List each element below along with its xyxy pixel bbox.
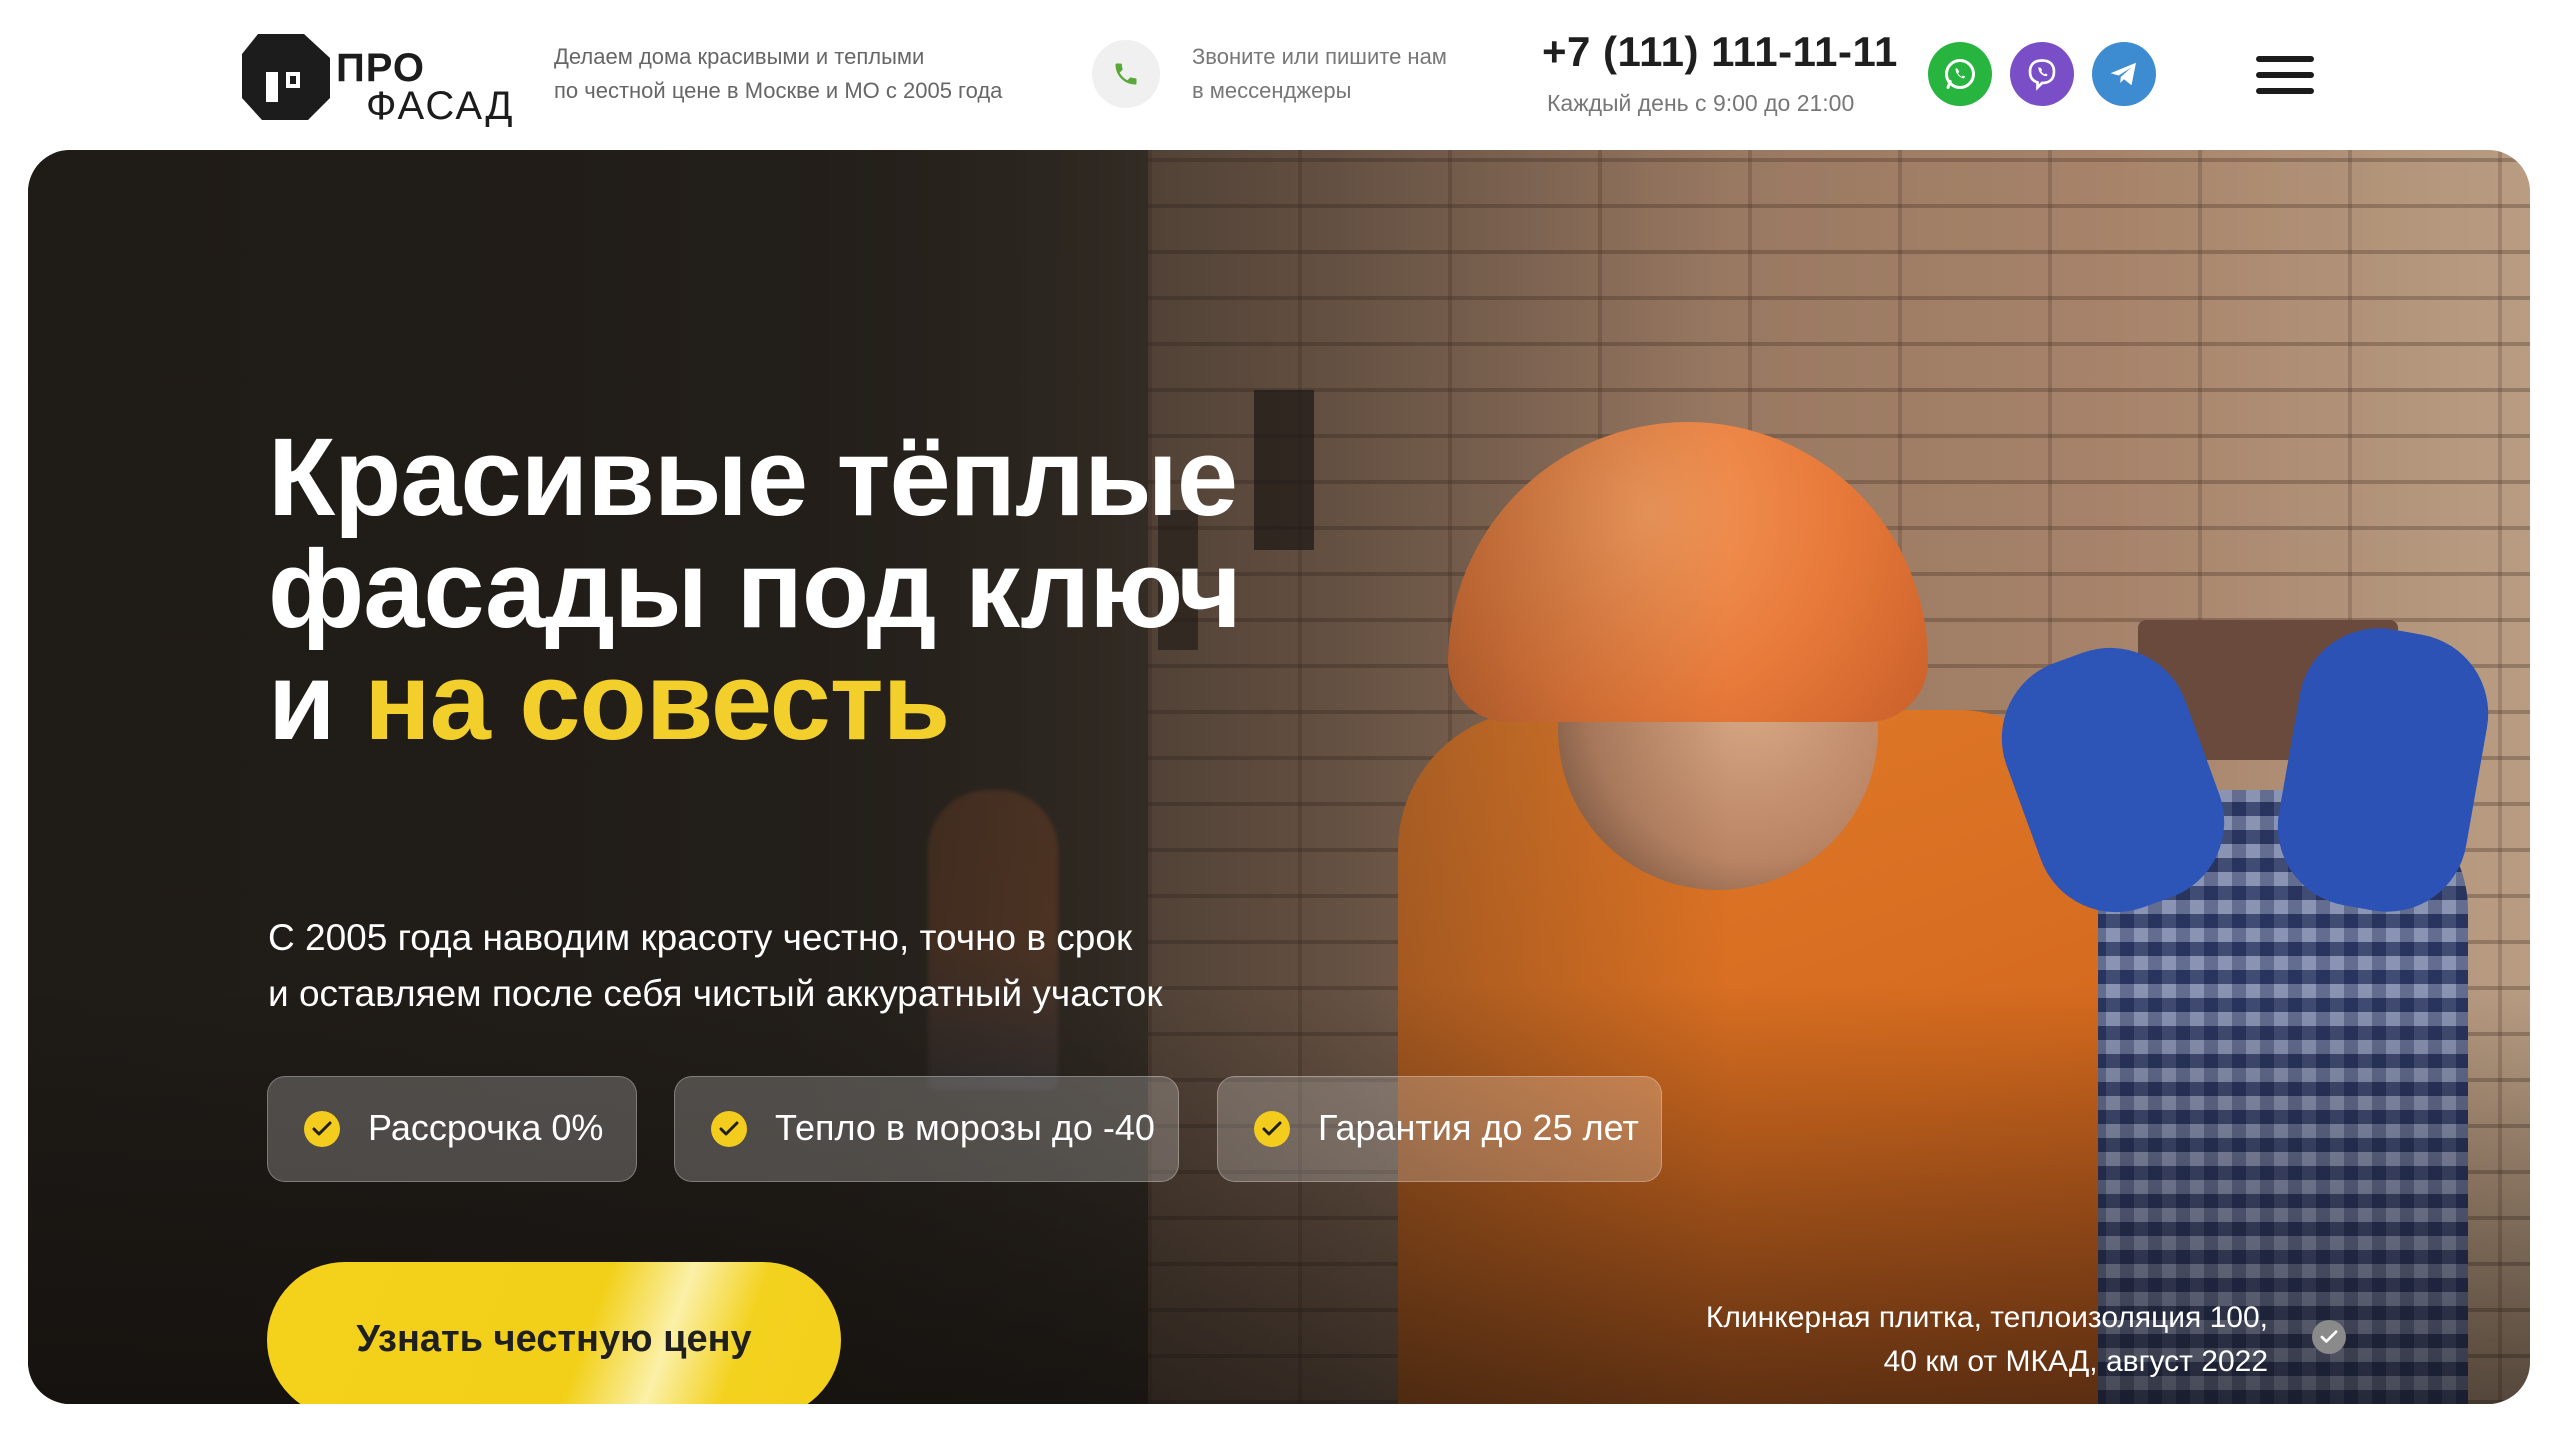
hero-subtitle: С 2005 года наводим красоту честно, точн… — [268, 917, 1163, 1014]
check-icon — [304, 1111, 340, 1147]
badge-warranty: Гарантия до 25 лет — [1217, 1076, 1662, 1182]
photo-caption: Клинкерная плитка, теплоизоляция 100, 40… — [1705, 1301, 2268, 1378]
check-icon — [711, 1111, 747, 1147]
headline-accent: на совесть — [364, 640, 950, 763]
header-tagline: Делаем дома красивыми и теплыми по честн… — [554, 44, 1003, 103]
hero-photo — [28, 150, 2530, 1404]
contact-note: Звоните или пишите нам в мессенджеры — [1192, 44, 1447, 103]
badge-installment: Рассрочка 0% — [267, 1076, 637, 1182]
viber-icon[interactable] — [2010, 42, 2074, 106]
logo-house-icon — [242, 34, 330, 120]
working-hours: Каждый день с 9:00 до 21:00 — [1547, 90, 1855, 116]
get-price-button[interactable]: Узнать честную цену — [267, 1262, 841, 1404]
check-icon — [2312, 1320, 2346, 1354]
badge-label: Тепло в морозы до -40 — [775, 1107, 1155, 1148]
badge-label: Гарантия до 25 лет — [1318, 1107, 1639, 1148]
badge-frost: Тепло в морозы до -40 — [674, 1076, 1179, 1182]
phone-icon[interactable] — [1092, 40, 1160, 108]
menu-icon[interactable] — [2256, 56, 2314, 94]
check-icon — [1254, 1111, 1290, 1147]
hero-headline: Красивые тёплые фасады под ключ и на сов… — [268, 422, 1268, 758]
site-header: ПРО ФАСАД Делаем дома красивыми и теплым… — [0, 0, 2558, 150]
logo[interactable]: ПРО ФАСАД — [238, 26, 528, 128]
telegram-icon[interactable] — [2092, 42, 2156, 106]
badge-label: Рассрочка 0% — [368, 1107, 604, 1148]
whatsapp-icon[interactable] — [1928, 42, 1992, 106]
logo-text-bottom: ФАСАД — [366, 84, 515, 128]
cta-label: Узнать честную цену — [356, 1318, 752, 1360]
hero-banner: Красивые тёплые фасады под ключ и на сов… — [28, 150, 2530, 1404]
phone-number-link[interactable]: +7 (111) 111-11-11 — [1542, 28, 1898, 76]
